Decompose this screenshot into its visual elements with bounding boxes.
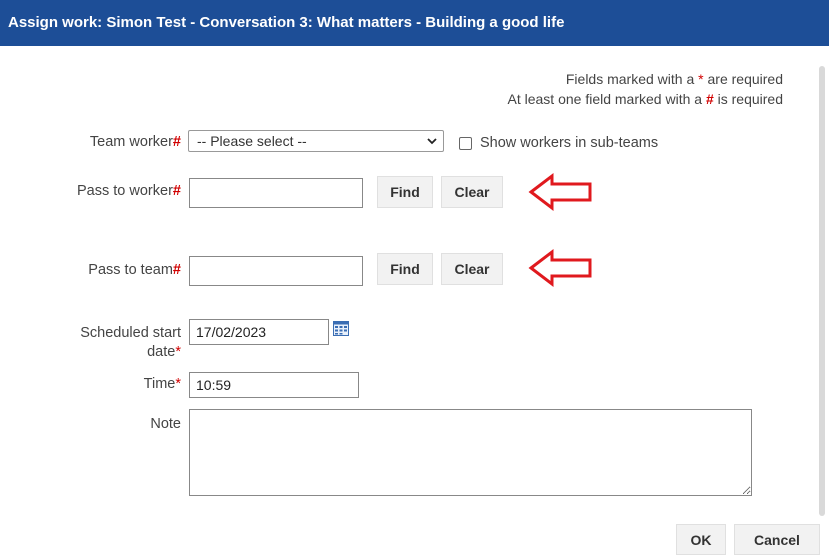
pass-to-worker-input[interactable] [189, 178, 363, 208]
annotation-arrow-icon [528, 172, 592, 212]
one-field-note-suffix: is required [713, 91, 783, 107]
dialog-title: Assign work: Simon Test - Conversation 3… [0, 0, 829, 46]
pass-to-team-label: Pass to team# [88, 262, 181, 278]
scheduled-start-label-line1: Scheduled start [80, 325, 181, 341]
pass-to-worker-label: Pass to worker# [77, 183, 181, 199]
required-note-text: Fields marked with a [565, 71, 699, 87]
clear-worker-button[interactable]: Clear [441, 176, 503, 208]
clear-team-button[interactable]: Clear [441, 253, 503, 285]
show-sub-teams-label: Show workers in sub-teams [480, 135, 659, 151]
cancel-button[interactable]: Cancel [734, 524, 820, 555]
scheduled-start-label: Scheduled start date* [80, 324, 181, 362]
team-worker-selected: -- Please select -- [197, 133, 307, 149]
find-team-button[interactable]: Find [377, 253, 433, 285]
team-worker-label-text: Team worker [89, 134, 173, 150]
one-field-note: At least one field marked with a # is re… [508, 91, 784, 107]
show-sub-teams-checkbox[interactable] [459, 137, 472, 150]
time-label: Time* [144, 376, 181, 392]
find-worker-button[interactable]: Find [377, 176, 433, 208]
pass-to-team-input[interactable] [189, 256, 363, 286]
one-field-marker: # [705, 91, 714, 107]
required-fields-note: Fields marked with a * are required [566, 71, 783, 87]
note-label: Note [150, 416, 181, 432]
team-worker-marker: # [172, 134, 181, 150]
chevron-down-icon [427, 132, 437, 153]
pass-to-worker-label-text: Pass to worker [77, 183, 173, 199]
time-label-text: Time [143, 376, 176, 392]
scheduled-start-date-input[interactable] [189, 319, 329, 345]
scrollbar[interactable] [819, 66, 825, 516]
scheduled-start-label-line2: date [147, 344, 176, 360]
time-input[interactable] [189, 372, 359, 398]
team-worker-label: Team worker# [90, 134, 181, 150]
ok-button[interactable]: OK [676, 524, 726, 555]
team-worker-select[interactable]: -- Please select -- [188, 130, 444, 152]
annotation-arrow-icon [528, 248, 592, 288]
one-field-note-text: At least one field marked with a [507, 91, 706, 107]
pass-to-team-label-text: Pass to team [88, 262, 173, 278]
calendar-icon[interactable] [333, 321, 349, 336]
time-marker: * [175, 376, 181, 392]
note-textarea[interactable] [189, 409, 752, 496]
pass-to-worker-marker: # [172, 183, 181, 199]
scheduled-start-marker: * [175, 344, 181, 360]
required-note-suffix: are required [703, 71, 783, 87]
pass-to-team-marker: # [172, 262, 181, 278]
